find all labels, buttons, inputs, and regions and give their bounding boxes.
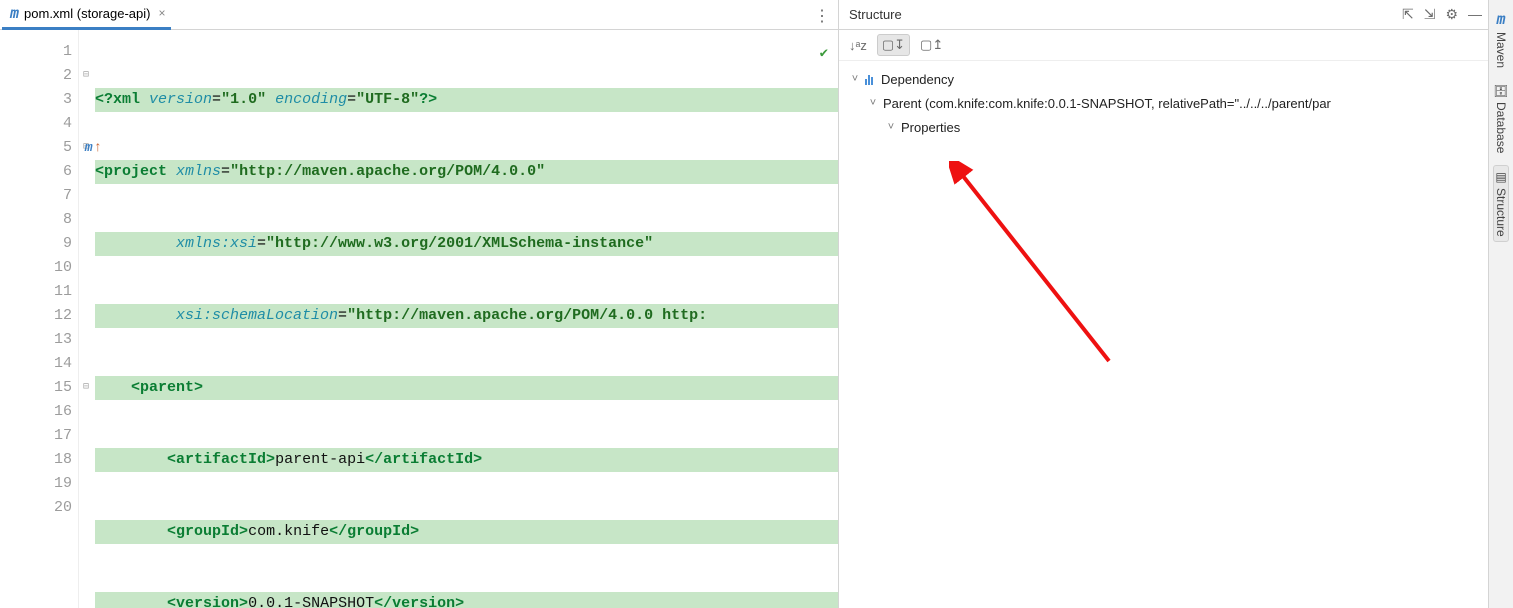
- editor-body[interactable]: ✔ 1234567891011121314151617181920 m↑ ⊟⊟⊟…: [0, 30, 838, 608]
- database-icon: 🗄: [1493, 84, 1508, 98]
- fold-column[interactable]: ⊟⊟⊟: [79, 30, 93, 608]
- autoscroll-from-source-icon[interactable]: ▢↥: [920, 37, 943, 53]
- code-area[interactable]: <?xml version="1.0" encoding="UTF-8"?> <…: [93, 30, 838, 608]
- expand-all-icon[interactable]: ⇱: [1402, 6, 1414, 23]
- tree-label: Parent (com.knife:com.knife:0.0.1-SNAPSH…: [883, 96, 1331, 111]
- right-tool-rail: mMaven 🗄Database ▤Structure: [1488, 0, 1513, 608]
- minimize-icon[interactable]: —: [1468, 6, 1482, 23]
- chevron-down-icon: ˅: [849, 73, 861, 85]
- tab-title: pom.xml (storage-api): [24, 6, 150, 21]
- structure-pane: Structure ⇱ ⇲ ⚙ — ↓ᵃz ▢↧ ▢↥ ˅ Dependency…: [839, 0, 1488, 608]
- tree-node-dependency[interactable]: ˅ Dependency: [849, 67, 1488, 91]
- tree-label: Properties: [901, 120, 960, 135]
- structure-title: Structure: [849, 7, 1402, 22]
- structure-tree[interactable]: ˅ Dependency ˅ Parent (com.knife:com.kni…: [839, 61, 1488, 139]
- collapse-all-icon[interactable]: ⇲: [1424, 6, 1436, 23]
- structure-icon: ▤: [1495, 170, 1506, 184]
- close-icon[interactable]: ×: [158, 6, 165, 20]
- tree-label: Dependency: [881, 72, 954, 87]
- sort-alpha-icon[interactable]: ↓ᵃz: [849, 38, 867, 53]
- tree-node-properties[interactable]: ˅ Properties: [849, 115, 1488, 139]
- autoscroll-to-source-icon[interactable]: ▢↧: [877, 34, 910, 56]
- rail-maven[interactable]: mMaven: [1494, 6, 1508, 72]
- tab-more-icon[interactable]: ⋮: [814, 6, 830, 26]
- editor-tabs: m pom.xml (storage-api) × ⋮: [0, 0, 838, 30]
- line-gutter: 1234567891011121314151617181920 m↑: [0, 30, 79, 608]
- structure-header: Structure ⇱ ⇲ ⚙ —: [839, 0, 1488, 30]
- annotation-arrow: [949, 161, 1129, 381]
- rail-structure[interactable]: ▤Structure: [1493, 165, 1509, 242]
- chevron-down-icon: ˅: [885, 121, 897, 133]
- rail-database[interactable]: 🗄Database: [1493, 80, 1508, 157]
- editor-tab-pom[interactable]: m pom.xml (storage-api) ×: [2, 0, 171, 30]
- bars-icon: [865, 73, 877, 85]
- tree-node-parent[interactable]: ˅ Parent (com.knife:com.knife:0.0.1-SNAP…: [849, 91, 1488, 115]
- editor-pane: m pom.xml (storage-api) × ⋮ ✔ 1234567891…: [0, 0, 839, 608]
- gear-icon[interactable]: ⚙: [1445, 6, 1458, 23]
- structure-toolbar: ↓ᵃz ▢↧ ▢↥: [839, 30, 1488, 61]
- chevron-down-icon: ˅: [867, 97, 879, 109]
- maven-icon: m: [10, 4, 19, 22]
